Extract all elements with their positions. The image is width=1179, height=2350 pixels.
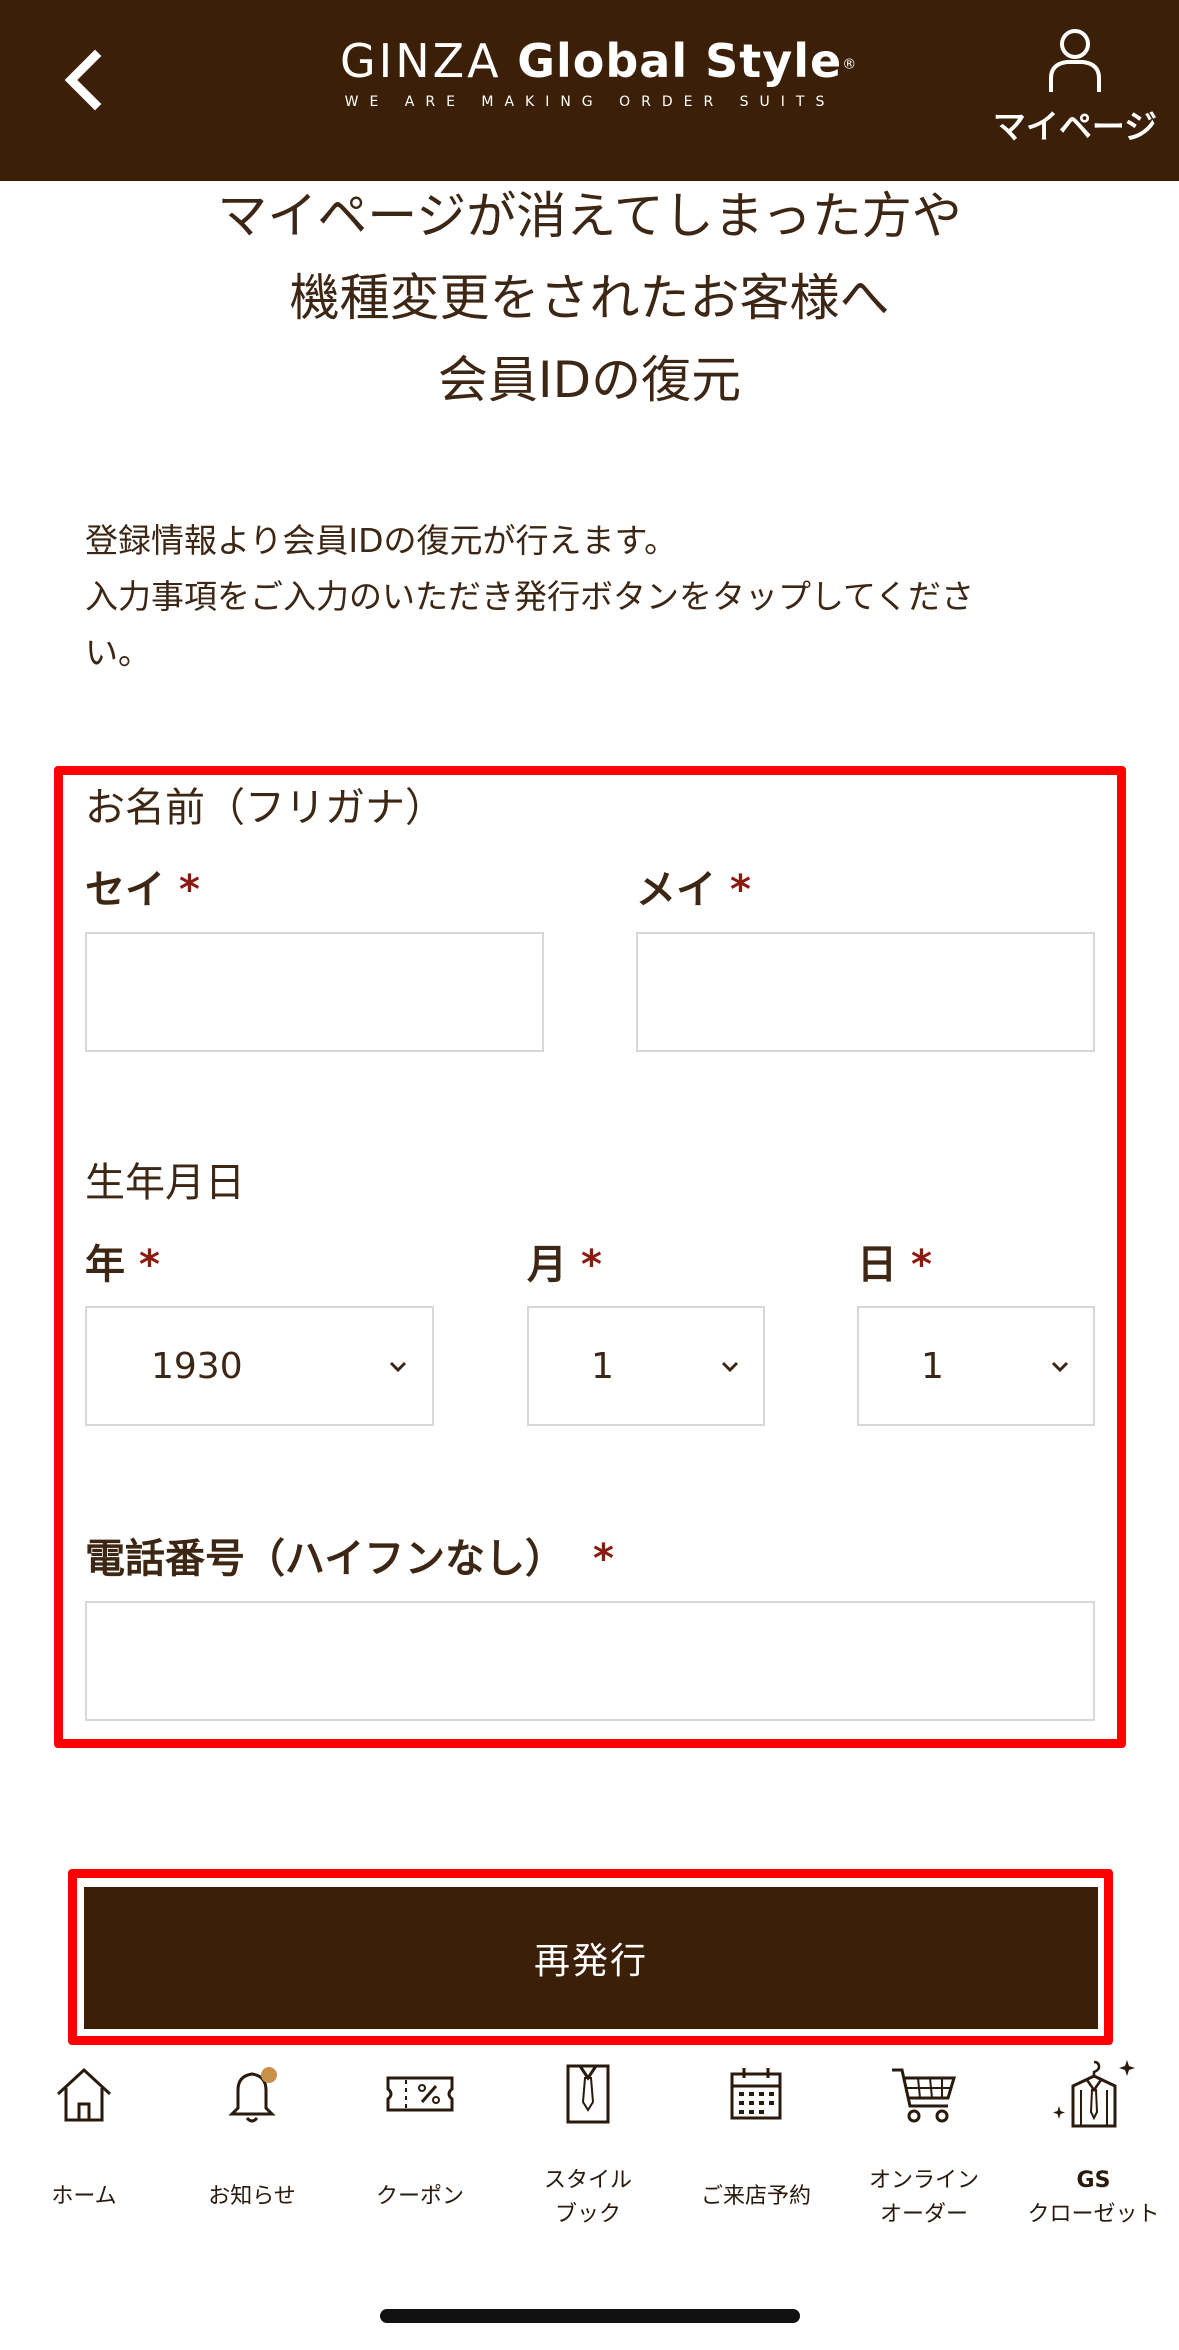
tab-stylebook-label-1: スタイル bbox=[543, 2168, 632, 2193]
tab-home-label: ホーム bbox=[51, 2184, 117, 2209]
tab-online-order-label-1: オンライン bbox=[868, 2168, 979, 2193]
tab-coupon-label: クーポン bbox=[375, 2184, 464, 2209]
tab-gs-closet-label-1: GS bbox=[1076, 2168, 1111, 2193]
required-mark: * bbox=[730, 867, 751, 913]
cart-icon bbox=[892, 2068, 957, 2123]
month-label-text: 月 bbox=[527, 1242, 567, 1288]
app-header: GINZA Global Style® WE ARE MAKING ORDER … bbox=[0, 0, 1179, 181]
instructions-text: 登録情報より会員IDの復元が行えます。 入力事項をご入力のいただき発行ボタンをタ… bbox=[85, 513, 1065, 681]
day-label-text: 日 bbox=[857, 1242, 897, 1288]
tab-stylebook-label-2: ブック bbox=[554, 2202, 621, 2227]
brand-logo: GINZA Global Style® WE ARE MAKING ORDER … bbox=[340, 34, 856, 134]
closet-icon bbox=[1052, 2060, 1135, 2128]
chevron-down-icon bbox=[1051, 1361, 1069, 1373]
title-line-2: 機種変更をされたお客様へ bbox=[289, 269, 890, 327]
birthday-section-label: 生年月日 bbox=[85, 1160, 245, 1206]
required-mark: * bbox=[581, 1242, 602, 1288]
required-mark: * bbox=[179, 867, 200, 913]
year-label: 年 * bbox=[85, 1232, 160, 1290]
required-mark: * bbox=[593, 1536, 614, 1582]
sei-label-text: セイ bbox=[85, 867, 165, 913]
required-mark: * bbox=[139, 1242, 160, 1288]
year-label-text: 年 bbox=[85, 1242, 125, 1288]
back-button[interactable] bbox=[55, 42, 115, 114]
name-section-label: お名前（フリガナ） bbox=[85, 785, 445, 831]
calendar-icon bbox=[730, 2068, 782, 2120]
bottom-tab-bar: ホーム お知らせ クーポン スタイル ブック ご来店予約 オンライン オーダー … bbox=[0, 2050, 1179, 2250]
home-icon bbox=[56, 2067, 112, 2122]
instructions-line-1: 登録情報より会員IDの復元が行えます。 bbox=[85, 521, 678, 560]
month-label: 月 * bbox=[527, 1232, 602, 1290]
tab-stylebook-label: スタイル ブック bbox=[504, 2164, 672, 2232]
day-select[interactable]: 1 bbox=[857, 1306, 1095, 1426]
coupon-icon bbox=[386, 2076, 454, 2112]
tab-reserve-label: ご来店予約 bbox=[700, 2184, 811, 2209]
brand-title-thin: GINZA bbox=[340, 34, 502, 88]
phone-input[interactable] bbox=[85, 1601, 1095, 1721]
reissue-button[interactable]: 再発行 bbox=[84, 1887, 1098, 2029]
month-select-value: 1 bbox=[591, 1346, 614, 1387]
year-select-value: 1930 bbox=[151, 1346, 243, 1387]
month-select[interactable]: 1 bbox=[527, 1306, 765, 1426]
brand-tagline: WE ARE MAKING ORDER SUITS bbox=[344, 94, 836, 110]
instructions-line-2: 入力事項をご入力のいただき発行ボタンをタップしてくださ bbox=[85, 577, 975, 616]
brand-title-bold: Global Style bbox=[517, 34, 843, 88]
instructions-line-3: い。 bbox=[85, 633, 151, 672]
mei-label: メイ * bbox=[636, 857, 751, 915]
mei-input[interactable] bbox=[636, 932, 1095, 1052]
tab-news-label: お知らせ bbox=[208, 2184, 296, 2209]
title-line-1: マイページが消えてしまった方や bbox=[217, 187, 962, 245]
tab-home[interactable]: ホーム bbox=[0, 2050, 168, 2250]
day-select-value: 1 bbox=[921, 1346, 944, 1387]
tab-online-order[interactable]: オンライン オーダー bbox=[840, 2050, 1008, 2250]
user-icon bbox=[1049, 29, 1101, 92]
phone-label: 電話番号（ハイフンなし） * bbox=[85, 1526, 614, 1584]
day-label: 日 * bbox=[857, 1232, 932, 1290]
tab-online-order-label-2: オーダー bbox=[879, 2202, 968, 2227]
bell-icon bbox=[228, 2067, 277, 2123]
sei-input[interactable] bbox=[85, 932, 544, 1052]
registered-mark: ® bbox=[842, 56, 858, 73]
tab-gs-closet-label-2: クローゼット bbox=[1027, 2202, 1160, 2227]
home-indicator[interactable] bbox=[380, 2309, 800, 2323]
tab-reserve[interactable]: ご来店予約 bbox=[672, 2050, 840, 2250]
mei-label-text: メイ bbox=[636, 867, 716, 913]
sei-label: セイ * bbox=[85, 857, 200, 915]
page-title: マイページが消えてしまった方や 機種変更をされたお客様へ 会員IDの復元 bbox=[0, 175, 1179, 421]
shirt-icon bbox=[566, 2064, 610, 2124]
tab-online-order-label: オンライン オーダー bbox=[840, 2164, 1008, 2232]
required-mark: * bbox=[911, 1242, 932, 1288]
tab-gs-closet[interactable]: GS クローゼット bbox=[1008, 2050, 1179, 2250]
tab-stylebook[interactable]: スタイル ブック bbox=[504, 2050, 672, 2250]
year-select[interactable]: 1930 bbox=[85, 1306, 434, 1426]
chevron-down-icon bbox=[721, 1361, 739, 1373]
tab-news[interactable]: お知らせ bbox=[168, 2050, 336, 2250]
chevron-down-icon bbox=[389, 1361, 407, 1373]
mypage-button[interactable]: マイページ bbox=[990, 26, 1160, 146]
chevron-left-icon bbox=[64, 49, 102, 111]
tab-gs-closet-label: GS クローゼット bbox=[1008, 2164, 1179, 2232]
title-line-3: 会員IDの復元 bbox=[437, 351, 742, 409]
mypage-label: マイページ bbox=[992, 107, 1158, 146]
phone-label-text: 電話番号（ハイフンなし） bbox=[85, 1536, 565, 1582]
tab-coupon[interactable]: クーポン bbox=[336, 2050, 504, 2250]
